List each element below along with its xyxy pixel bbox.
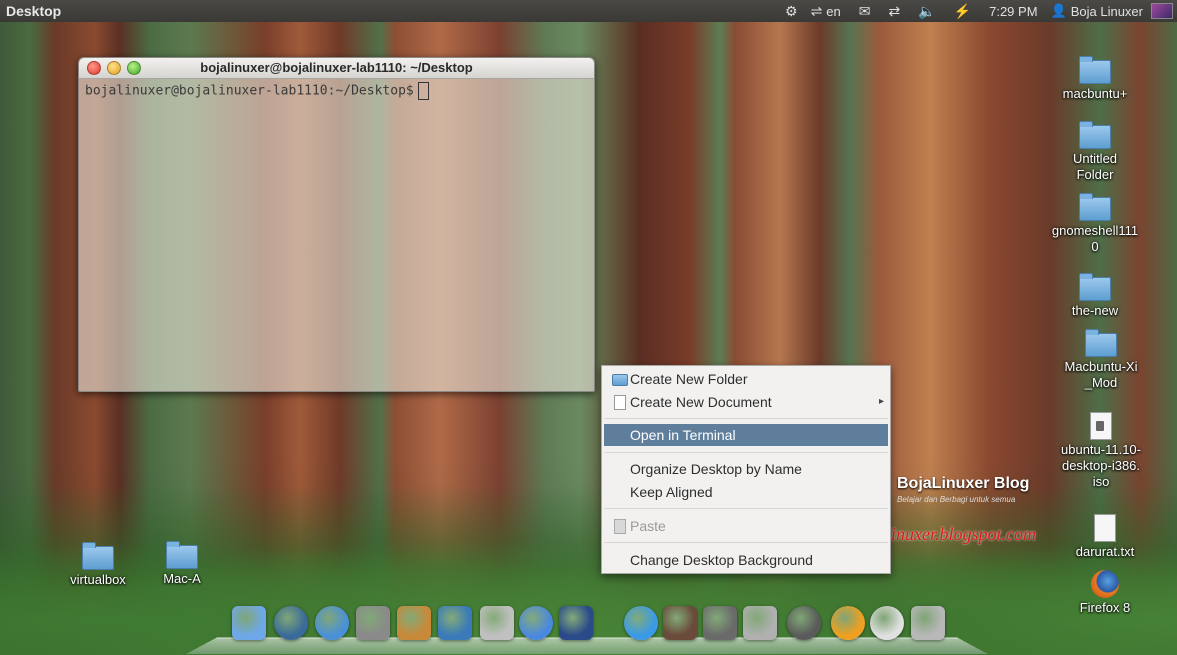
session-avatar[interactable] [1151, 3, 1173, 19]
safari-icon[interactable] [315, 606, 349, 640]
menu-item-change-background[interactable]: Change Desktop Background [604, 549, 888, 571]
calculator-icon[interactable] [480, 606, 514, 640]
menu-item-paste[interactable]: Paste [604, 515, 888, 537]
menu-item-label: Keep Aligned [630, 484, 713, 500]
ubuntu-one-icon[interactable]: ⚙ [776, 0, 807, 22]
folder-icon [1079, 56, 1111, 84]
desktop-icon-gnomeshell[interactable]: gnomeshell1110 [1050, 193, 1140, 255]
top-panel: Desktop ⚙ ⇌ en ✉ ⇄ 🔈 ⚡ 7:29 PM 👤 Boja Li… [0, 0, 1177, 22]
user-menu[interactable]: 👤 Boja Linuxer [1047, 0, 1147, 22]
menu-separator [604, 508, 888, 509]
close-button[interactable] [87, 61, 101, 75]
folder-icon [1079, 273, 1111, 301]
menu-item-organize-desktop[interactable]: Organize Desktop by Name [604, 458, 888, 480]
imovie-icon[interactable] [559, 606, 593, 640]
finder-icon[interactable] [232, 606, 266, 640]
power-icon[interactable] [787, 606, 821, 640]
time-machine-icon[interactable] [274, 606, 308, 640]
blog-name: BojaLinuxer Blog [897, 475, 1030, 492]
disc-image-icon [1090, 412, 1112, 440]
trash-icon[interactable] [911, 606, 945, 640]
volume-icon[interactable]: 🔈 [909, 0, 944, 22]
maximize-button[interactable] [127, 61, 141, 75]
desktop-icon-label: Mac-A [163, 571, 201, 586]
paste-icon [614, 519, 626, 534]
menu-item-create-folder[interactable]: Create New Folder [604, 368, 888, 390]
menu-separator [604, 452, 888, 453]
photo-booth-icon[interactable] [663, 606, 697, 640]
menu-item-keep-aligned[interactable]: Keep Aligned [604, 481, 888, 503]
desktop-icon-label: gnomeshell1110 [1051, 223, 1139, 254]
software-center-icon[interactable] [397, 606, 431, 640]
active-app-title: Desktop [6, 3, 62, 19]
folder-icon [1085, 329, 1117, 357]
apple-icon[interactable] [703, 606, 737, 640]
system-preferences-icon[interactable] [356, 606, 390, 640]
menu-item-label: Create New Folder [630, 371, 748, 387]
user-icon: 👤 [1050, 3, 1067, 18]
blog-tagline: Belajar dan Berbagi untuk semua [897, 495, 1016, 504]
disk-utility-icon[interactable] [743, 606, 777, 640]
menu-item-label: Open in Terminal [630, 427, 736, 443]
menu-item-create-document[interactable]: Create New Document ▸ [604, 391, 888, 413]
terminal-titlebar[interactable]: bojalinuxer@bojalinuxer-lab1110: ~/Deskt… [79, 58, 594, 79]
desktop-icon-macbuntu[interactable]: macbuntu+ [1050, 56, 1140, 102]
itunes-icon[interactable] [624, 606, 658, 640]
clock-icon[interactable] [870, 606, 904, 640]
network-indicator-icon[interactable]: ⇌ [807, 0, 827, 22]
clock[interactable]: 7:29 PM [980, 0, 1046, 22]
desktop-icon-label: Macbuntu-Xi_Mod [1064, 359, 1138, 390]
folder-icon [1079, 193, 1111, 221]
firefox-icon [1091, 570, 1119, 598]
submenu-arrow-icon: ▸ [878, 396, 884, 407]
menu-item-open-terminal[interactable]: Open in Terminal [604, 424, 888, 446]
menu-separator [604, 418, 888, 419]
menu-item-label: Paste [630, 518, 666, 534]
keyboard-language-indicator[interactable]: en [826, 0, 849, 22]
dock [186, 600, 988, 655]
desktop-icon-macbuntu-xi-mod[interactable]: Macbuntu-Xi_Mod [1056, 329, 1146, 391]
menu-item-label: Create New Document [630, 394, 772, 410]
mail-icon[interactable]: ✉ [850, 0, 880, 22]
desktop-context-menu: Create New Folder Create New Document ▸ … [601, 365, 891, 574]
desktop-icon-the-new[interactable]: the-new [1050, 273, 1140, 319]
terminal-body[interactable]: bojalinuxer@bojalinuxer-lab1110:~/Deskto… [79, 79, 594, 391]
document-icon [614, 395, 626, 410]
transfer-icon[interactable]: ⇄ [880, 0, 910, 22]
weather-icon[interactable] [831, 606, 865, 640]
desktop-icon-label: the-new [1071, 303, 1119, 318]
power-icon[interactable]: ⚡ [945, 0, 980, 22]
feather-icon[interactable] [438, 606, 472, 640]
terminal-title: bojalinuxer@bojalinuxer-lab1110: ~/Deskt… [200, 60, 473, 75]
desktop-icon-mac-a[interactable]: Mac-A [137, 541, 227, 587]
menu-separator [604, 542, 888, 543]
desktop-icon-firefox[interactable]: Firefox 8 [1060, 570, 1150, 616]
desktop-icon-label: Firefox 8 [1079, 600, 1131, 615]
menu-item-label: Change Desktop Background [630, 552, 813, 568]
terminal-prompt: bojalinuxer@bojalinuxer-lab1110:~/Deskto… [85, 83, 414, 99]
ichat-icon[interactable] [519, 606, 553, 640]
desktop-icon-label: Untitled Folder [1072, 151, 1118, 182]
terminal-cursor [417, 82, 429, 100]
minimize-button[interactable] [107, 61, 121, 75]
folder-icon [612, 374, 628, 386]
dock-shelf [186, 637, 988, 655]
menu-item-label: Organize Desktop by Name [630, 461, 802, 477]
user-name: Boja Linuxer [1070, 3, 1143, 19]
folder-icon [166, 541, 198, 569]
desktop-icon-label: virtualbox [70, 572, 126, 587]
folder-icon [1079, 121, 1111, 149]
desktop-icon-virtualbox[interactable]: virtualbox [53, 542, 143, 588]
text-file-icon [1094, 514, 1116, 542]
desktop-icon-untitled-folder[interactable]: Untitled Folder [1050, 121, 1140, 183]
desktop-icon-label: macbuntu+ [1062, 86, 1128, 101]
terminal-window[interactable]: bojalinuxer@bojalinuxer-lab1110: ~/Deskt… [78, 57, 595, 392]
folder-icon [82, 542, 114, 570]
